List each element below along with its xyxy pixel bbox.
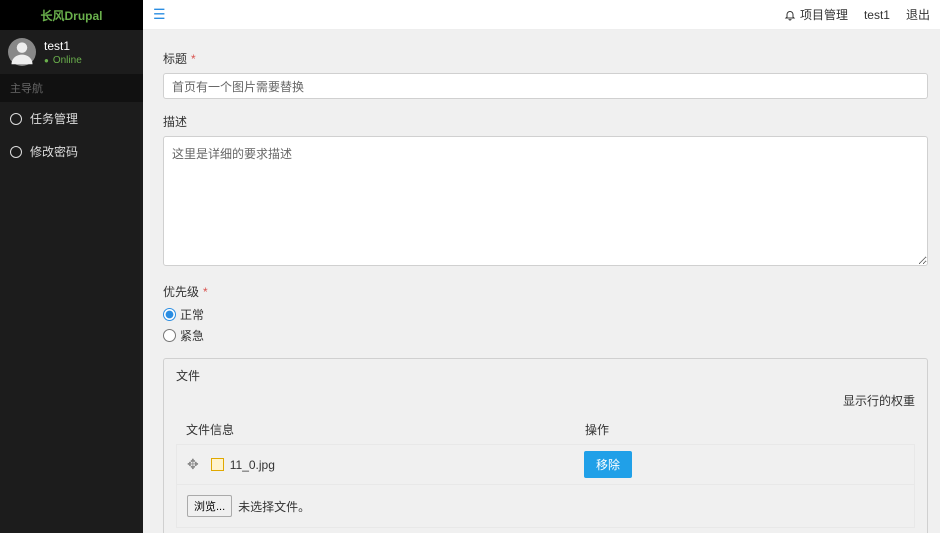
browse-button[interactable]: 浏览... xyxy=(187,495,232,517)
project-mgmt-label: 项目管理 xyxy=(800,6,848,23)
bell-icon xyxy=(784,9,796,21)
drag-handle-icon[interactable]: ✥ xyxy=(187,456,199,473)
image-file-icon xyxy=(211,458,224,471)
sidebar-item-password[interactable]: 修改密码 xyxy=(0,135,143,168)
show-weight-link[interactable]: 显示行的权重 xyxy=(843,394,915,408)
profile-name: test1 xyxy=(44,39,82,53)
profile-block: test1 Online xyxy=(0,30,143,74)
topbar-user[interactable]: test1 xyxy=(864,8,890,22)
circle-icon xyxy=(10,146,22,158)
content: 标题* 描述 这里是详细的要求描述 优先级* 正常 紧急 xyxy=(143,30,940,533)
sidebar: 长风Drupal test1 Online 主导航 任务管理 修改密码 xyxy=(0,0,143,533)
avatar xyxy=(8,38,36,66)
file-row: ✥ 11_0.jpg 移除 xyxy=(176,444,915,485)
nav-header: 主导航 xyxy=(0,74,143,102)
col-file-info: 文件信息 xyxy=(186,421,585,438)
priority-option-normal[interactable]: 正常 xyxy=(163,306,928,323)
brand-bar: 长风Drupal xyxy=(0,0,143,30)
upload-row: 浏览... 未选择文件。 xyxy=(176,485,915,528)
col-operation: 操作 xyxy=(585,421,905,438)
sidebar-item-label: 修改密码 xyxy=(30,143,78,160)
sidebar-item-tasks[interactable]: 任务管理 xyxy=(0,102,143,135)
project-mgmt-link[interactable]: 项目管理 xyxy=(784,6,848,23)
desc-label: 描述 xyxy=(163,113,928,130)
title-label: 标题* xyxy=(163,50,928,67)
profile-status: Online xyxy=(44,55,82,66)
priority-option-urgent[interactable]: 紧急 xyxy=(163,327,928,344)
brand-logo: 长风Drupal xyxy=(40,7,102,24)
sidebar-item-label: 任务管理 xyxy=(30,110,78,127)
logout-link[interactable]: 退出 xyxy=(906,6,930,23)
priority-radio-label: 紧急 xyxy=(180,327,204,344)
desc-textarea[interactable]: 这里是详细的要求描述 xyxy=(163,136,928,266)
priority-radio-normal[interactable] xyxy=(163,308,176,321)
topbar: ☰ 项目管理 test1 退出 xyxy=(143,0,940,30)
file-section-title: 文件 xyxy=(176,367,915,384)
file-section: 文件 显示行的权重 文件信息 操作 ✥ 11_0.jpg 移除 xyxy=(163,358,928,533)
hamburger-icon[interactable]: ☰ xyxy=(153,6,166,23)
priority-radio-urgent[interactable] xyxy=(163,329,176,342)
title-input[interactable] xyxy=(163,73,928,99)
upload-status: 未选择文件。 xyxy=(238,498,310,515)
file-name: 11_0.jpg xyxy=(230,458,275,472)
remove-button[interactable]: 移除 xyxy=(584,451,632,478)
main: ☰ 项目管理 test1 退出 标题* 描述 这里是详细的要求描述 xyxy=(143,0,940,533)
priority-label: 优先级* xyxy=(163,283,928,300)
priority-radio-label: 正常 xyxy=(180,306,204,323)
file-table-head: 文件信息 操作 xyxy=(176,415,915,444)
circle-icon xyxy=(10,113,22,125)
